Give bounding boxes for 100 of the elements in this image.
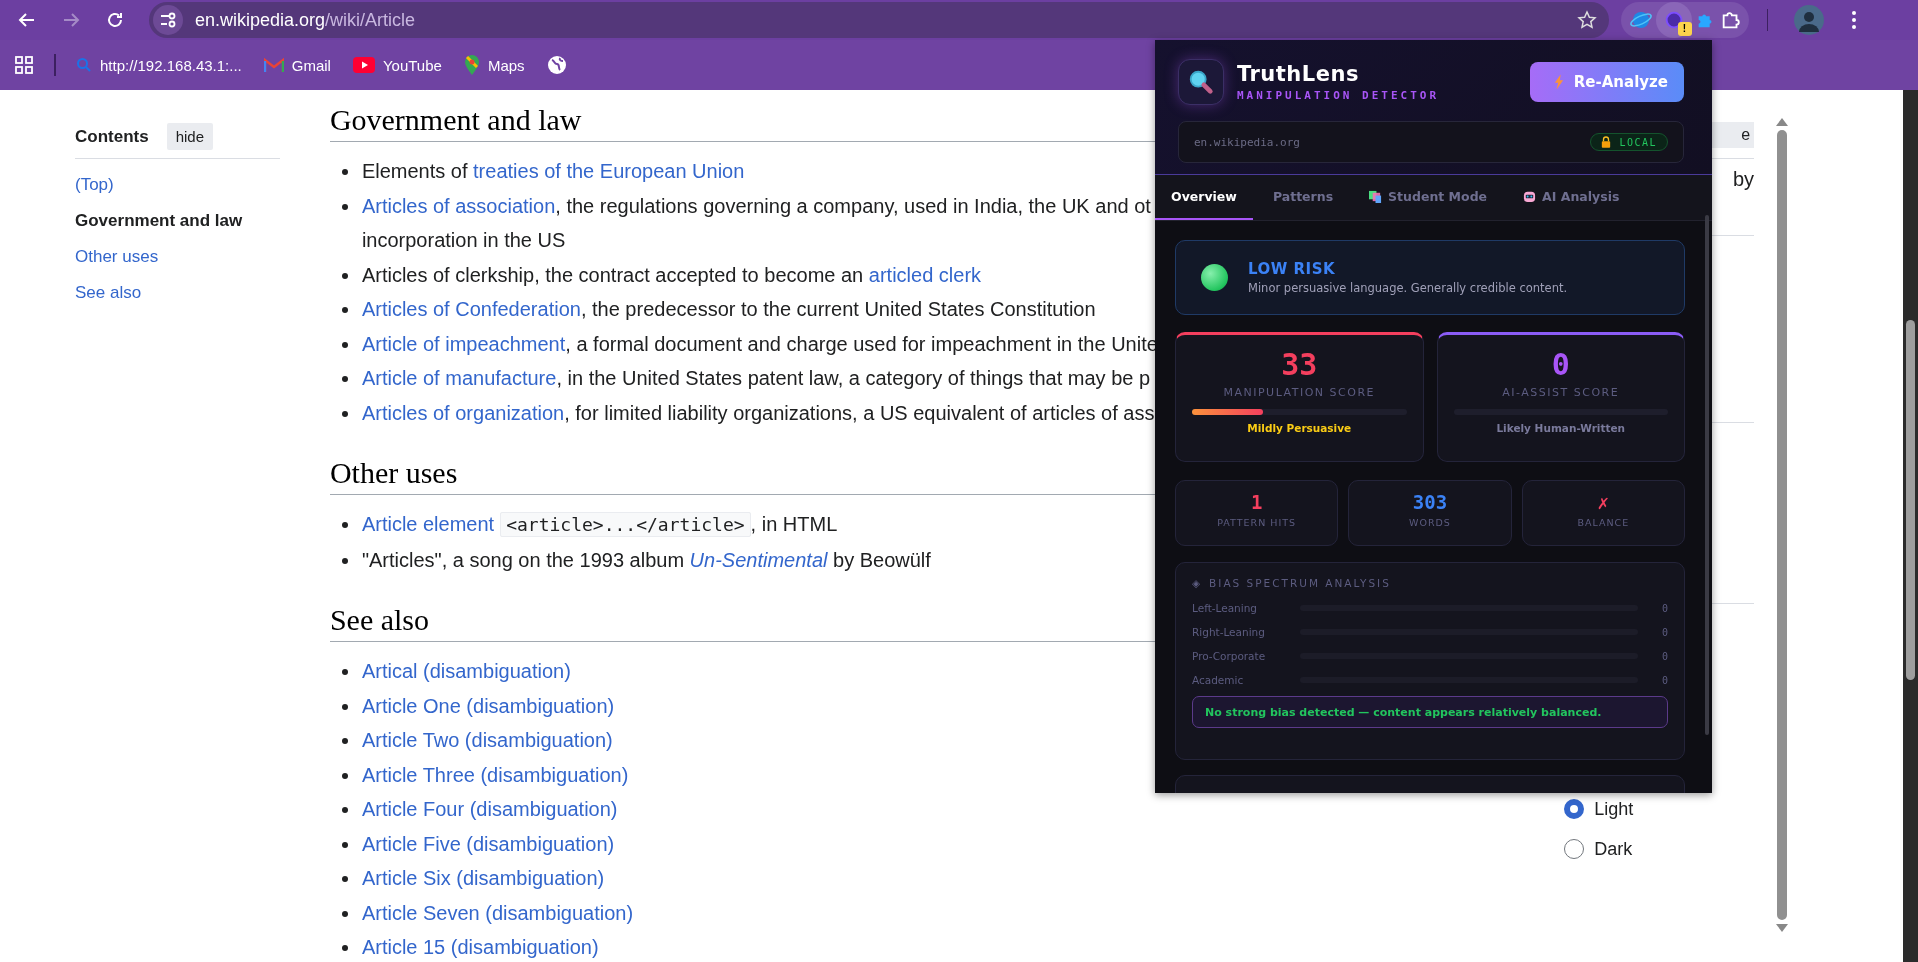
score-label: AI-ASSIST SCORE [1501, 386, 1621, 399]
app-subtitle: MANIPULATION DETECTOR [1237, 89, 1441, 102]
score-value: 0 [1550, 347, 1571, 382]
bookmark[interactable]: http://192.168.43.1:... [76, 56, 242, 74]
list-item-text: Articles of Confederation, the predecessor to the current United States Constitution [361, 297, 1096, 322]
extension-button[interactable]: ! [1655, 2, 1692, 38]
bullet-icon [341, 841, 348, 848]
bullet-icon [341, 307, 348, 313]
scrollbar[interactable] [1903, 90, 1918, 962]
stat-label: PATTERN HITS [1216, 517, 1298, 528]
books-icon [1369, 190, 1383, 203]
toc-link[interactable]: Other uses [75, 239, 280, 275]
bullet-icon [341, 738, 348, 744]
bullet-icon [341, 341, 348, 348]
link[interactable]: Article 15 (disambiguation) [361, 936, 599, 958]
stat-label: BALANCE [1576, 517, 1631, 528]
hide-button[interactable]: hide [166, 123, 214, 150]
address-bar[interactable]: en.wikipedia.org/wiki/Article [149, 2, 1609, 38]
url-text: en.wikipedia.org/wiki/Article [195, 9, 417, 31]
score-value: 33 [1280, 347, 1319, 382]
toc-title: Contents [75, 126, 149, 147]
risk-level: LOW RISK [1248, 260, 1337, 278]
code-snippet: <article>...</article> [500, 512, 751, 537]
toc-link[interactable]: See also [75, 275, 280, 311]
bullet-icon [341, 522, 348, 528]
site-info-icon[interactable] [153, 5, 183, 35]
envelope-icon [263, 57, 284, 73]
link[interactable]: articled clerk [868, 263, 982, 286]
tab[interactable]: Overview [1155, 175, 1253, 220]
bias-label: Academic [1192, 674, 1245, 686]
bias-label: Right-Leaning [1192, 626, 1266, 638]
apps-icon[interactable] [14, 55, 34, 75]
menu-icon[interactable] [1851, 10, 1857, 30]
link[interactable]: Article One (disambiguation) [361, 694, 615, 717]
list-item-text: Articles of clerkship, the contract accepted to become an articled clerk [361, 262, 982, 288]
bullet-icon [341, 910, 348, 917]
local-badge: LOCAL [1590, 133, 1668, 151]
toc-link[interactable]: (Top) [75, 167, 280, 203]
hide-button[interactable]: e [1711, 122, 1755, 148]
bias-title: BIAS SPECTRUM ANALYSIS [1209, 577, 1391, 589]
bullet-icon [341, 669, 348, 675]
bullet-icon [341, 772, 348, 779]
scroll-down-icon[interactable] [1776, 924, 1788, 932]
tab[interactable]: Student Mode [1353, 175, 1504, 220]
link[interactable]: Article of manufacture [361, 367, 557, 389]
extension-badge: ! [1677, 22, 1692, 36]
bias-value: 0 [1660, 602, 1668, 614]
link[interactable]: treaties of the European Union [473, 160, 745, 182]
map-pin-icon [463, 54, 480, 76]
bookmark[interactable] [546, 55, 567, 75]
link[interactable]: Article Six (disambiguation) [361, 867, 605, 889]
magnifier-icon [1178, 59, 1224, 105]
lightning-icon [1553, 74, 1564, 90]
link[interactable]: Article of impeachment [361, 332, 566, 355]
search-icon [76, 57, 92, 73]
theme-option[interactable]: Light [1564, 789, 1634, 829]
star-icon[interactable] [1577, 10, 1597, 30]
link[interactable]: Article Five (disambiguation) [361, 832, 615, 855]
robot-icon [1523, 190, 1537, 203]
link[interactable]: Articles of association [361, 194, 556, 217]
bias-value: 0 [1660, 626, 1668, 638]
tab[interactable]: AI Analysis [1507, 175, 1636, 220]
reanalyze-button[interactable]: Re-Analyze [1529, 62, 1684, 102]
bookmark[interactable]: YouTube [352, 56, 442, 74]
avatar-icon[interactable] [1794, 5, 1824, 35]
link[interactable]: Un-Sentimental [689, 548, 828, 571]
bookmark[interactable]: Maps [463, 54, 525, 76]
link[interactable]: Artical (disambiguation) [361, 660, 571, 682]
radio-button[interactable] [1564, 799, 1585, 819]
link[interactable]: Articles of Confederation [361, 298, 581, 320]
link[interactable]: Article element [361, 513, 495, 535]
list-item-text: Article of manufacture, in the United States patent law, a category of things that may be p [361, 366, 1151, 391]
bias-label: Left-Leaning [1192, 602, 1258, 614]
tab[interactable]: Patterns [1256, 175, 1350, 220]
scrollbar[interactable] [1705, 215, 1709, 735]
risk-description: Minor persuasive language. Generally credible content. [1248, 281, 1568, 295]
score-label: MANIPULATION SCORE [1222, 386, 1376, 399]
reload-icon[interactable] [105, 10, 125, 30]
sidebar-text: by [1731, 168, 1755, 191]
score-verdict: Likely Human-Written [1495, 422, 1627, 434]
bullet-icon [341, 272, 348, 279]
link[interactable]: Article Two (disambiguation) [361, 729, 613, 751]
link[interactable]: Article Seven (disambiguation) [361, 901, 634, 924]
radio-button[interactable] [1564, 839, 1585, 859]
scroll-up-icon[interactable] [1776, 118, 1788, 126]
list-item-text: Article of impeachment, a formal document and charge used for impeachment in the Unite [361, 331, 1158, 357]
bias-value: 0 [1660, 650, 1668, 662]
bookmark[interactable]: Gmail [263, 56, 331, 74]
stat-value: ✗ [1596, 491, 1611, 513]
link[interactable]: Article Four (disambiguation) [361, 798, 618, 820]
link[interactable]: Article Three (disambiguation) [361, 763, 629, 786]
list-item-text: "Articles", a song on the 1993 album Un-Sentimental by Beowülf [361, 547, 931, 573]
link[interactable]: Articles of organization [361, 401, 565, 424]
bullet-icon [341, 876, 348, 882]
list-item-text: Elements of treaties of the European Union [361, 159, 745, 184]
globe-icon [546, 55, 567, 75]
toc-link[interactable]: Government and law [75, 203, 280, 239]
bullet-icon [341, 376, 348, 382]
list-item-text: Articles of organization, for limited liability organizations, a US equivalent of articles of ass [361, 400, 1155, 426]
theme-option[interactable]: Dark [1564, 829, 1634, 869]
